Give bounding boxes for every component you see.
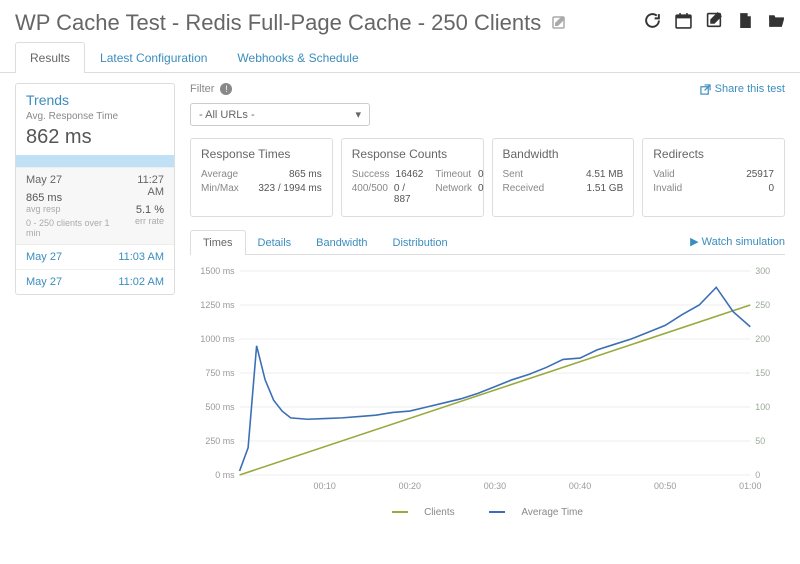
edit-title-icon[interactable] <box>551 15 567 31</box>
svg-text:1000 ms: 1000 ms <box>200 334 235 344</box>
card-bandwidth: Bandwidth Sent4.51 MB Received1.51 GB <box>492 138 635 217</box>
trend-avg-value: 865 ms <box>26 192 62 204</box>
info-icon[interactable]: ! <box>220 83 232 95</box>
page-title: WP Cache Test - Redis Full-Page Cache - … <box>15 10 541 36</box>
svg-text:100: 100 <box>755 402 770 412</box>
svg-text:250 ms: 250 ms <box>205 436 235 446</box>
trends-sparkbar <box>16 155 174 167</box>
chart-tab-distribution[interactable]: Distribution <box>380 230 461 255</box>
svg-text:50: 50 <box>755 436 765 446</box>
svg-text:1500 ms: 1500 ms <box>200 266 235 276</box>
svg-text:00:30: 00:30 <box>484 481 506 491</box>
trend-time: 11:27 AM <box>137 174 164 198</box>
chart-tab-details[interactable]: Details <box>245 230 305 255</box>
trends-subtitle: Avg. Response Time <box>26 111 164 122</box>
compose-icon[interactable] <box>706 12 723 34</box>
trends-title: Trends <box>26 92 164 108</box>
trends-value: 862 ms <box>16 126 174 155</box>
trend-clients-line: 0 - 250 clients over 1 min <box>26 218 121 238</box>
chevron-down-icon: ▾ <box>355 108 361 121</box>
chart-times: 0 ms250 ms500 ms750 ms1000 ms1250 ms1500… <box>190 263 785 503</box>
tab-webhooks[interactable]: Webhooks & Schedule <box>222 42 373 73</box>
trends-panel: Trends Avg. Response Time 862 ms May 27 … <box>15 83 175 295</box>
card-redirects: Redirects Valid25917 Invalid0 <box>642 138 785 217</box>
svg-text:150: 150 <box>755 368 770 378</box>
tab-results[interactable]: Results <box>15 42 85 73</box>
svg-text:0 ms: 0 ms <box>215 470 235 480</box>
svg-text:1250 ms: 1250 ms <box>200 300 235 310</box>
svg-text:00:50: 00:50 <box>654 481 676 491</box>
filter-label: Filter <box>190 83 214 95</box>
svg-text:00:20: 00:20 <box>399 481 421 491</box>
trend-current-row[interactable]: May 27 865 ms avg resp 0 - 250 clients o… <box>16 167 174 244</box>
watch-simulation-link[interactable]: ▶ Watch simulation <box>690 229 785 254</box>
svg-text:01:00: 01:00 <box>739 481 761 491</box>
svg-text:00:10: 00:10 <box>314 481 336 491</box>
svg-text:0: 0 <box>755 470 760 480</box>
trend-history-row[interactable]: May 27 11:03 AM <box>16 244 174 269</box>
refresh-icon[interactable] <box>644 12 661 34</box>
url-filter-select[interactable]: - All URLs - ▾ <box>190 103 370 126</box>
svg-text:300: 300 <box>755 266 770 276</box>
copy-icon[interactable] <box>737 12 754 34</box>
card-response-counts: Response Counts Success16462 400/5000 / … <box>341 138 484 217</box>
svg-text:750 ms: 750 ms <box>205 368 235 378</box>
share-link[interactable]: Share this test <box>700 83 785 95</box>
card-response-times: Response Times Average865 ms Min/Max323 … <box>190 138 333 217</box>
svg-text:500 ms: 500 ms <box>205 402 235 412</box>
chart-tab-bandwidth[interactable]: Bandwidth <box>303 230 380 255</box>
chart-legend: Clients Average Time <box>190 507 785 518</box>
trend-err-label: err rate <box>135 216 164 226</box>
chart-tab-times[interactable]: Times <box>190 230 246 255</box>
trend-date: May 27 <box>26 174 62 186</box>
svg-text:200: 200 <box>755 334 770 344</box>
folder-open-icon[interactable] <box>768 12 785 34</box>
svg-text:00:40: 00:40 <box>569 481 591 491</box>
trend-avg-label: avg resp <box>26 204 61 214</box>
svg-text:250: 250 <box>755 300 770 310</box>
tab-latest-config[interactable]: Latest Configuration <box>85 42 222 73</box>
calendar-icon[interactable] <box>675 12 692 34</box>
trend-history-row[interactable]: May 27 11:02 AM <box>16 269 174 294</box>
trend-err-value: 5.1 % <box>136 204 164 216</box>
